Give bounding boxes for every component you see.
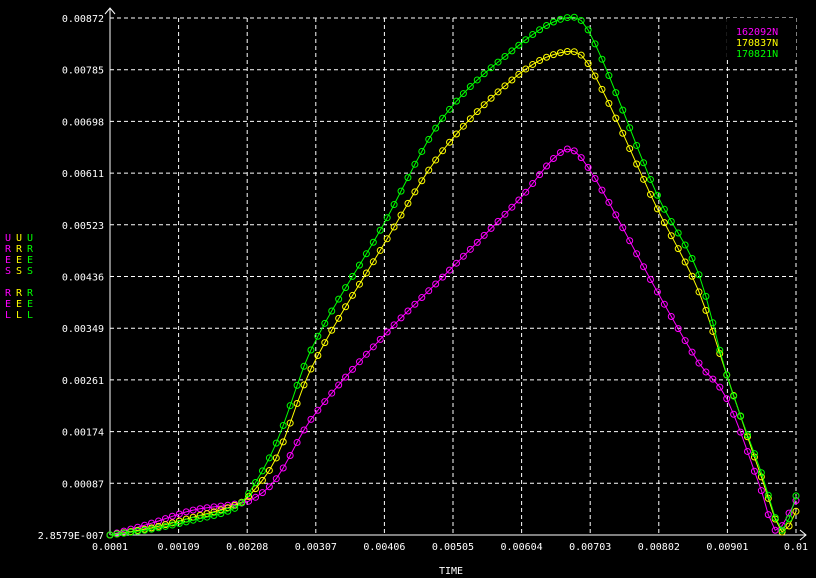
y-tick-label: 0.00349 [62,324,104,335]
x-axis-label: TIME [439,566,463,577]
y-axis-label-char: R [27,244,34,255]
y-axis-label-char: E [16,255,22,266]
y-axis-label-char: R [16,288,23,299]
x-tick-label: 0.00406 [363,542,405,553]
y-tick-label: 0.00872 [62,14,104,25]
x-tick-label: 0.00505 [432,542,474,553]
legend-entry: 170821N [736,49,778,60]
y-tick-label: 0.00785 [62,66,104,77]
x-tick-label: 0.00208 [226,542,268,553]
y-axis-label-char: S [16,266,22,277]
y-axis-label-char: E [5,299,11,310]
y-tick-label: 2.8579E-007 [38,531,104,542]
y-axis-label-char: S [27,266,33,277]
y-axis-label-char: L [27,310,33,321]
x-tick-label: 0.00901 [706,542,748,553]
x-tick-label: 0.00604 [501,542,543,553]
x-tick-label: 0.00307 [295,542,337,553]
y-axis-label-char: E [27,299,33,310]
legend-entry: 162092N [736,27,778,38]
y-axis-label-char: L [5,310,11,321]
y-axis-label-char: L [16,310,22,321]
x-tick-label: 0.00802 [638,542,680,553]
y-axis-label-char: R [5,288,12,299]
y-axis-label-char: U [27,233,33,244]
y-axis-label-char: E [27,255,33,266]
y-axis-label-char: U [5,233,11,244]
x-tick-label: 0.00109 [158,542,200,553]
y-tick-label: 0.00174 [62,428,104,439]
x-tick-label: 0.00703 [569,542,611,553]
y-tick-label: 0.00523 [62,221,104,232]
y-axis-label-char: R [5,244,12,255]
legend-entry: 170837N [736,38,778,49]
x-tick-label: 0.0001 [92,542,128,553]
y-tick-label: 0.00261 [62,376,104,387]
y-axis-label-char: R [16,244,23,255]
y-tick-label: 0.00087 [62,479,104,490]
y-axis-label-char: U [16,233,22,244]
y-axis-label-char: E [16,299,22,310]
y-axis-label-char: S [5,266,11,277]
y-axis-label-char: E [5,255,11,266]
y-tick-label: 0.00611 [62,169,104,180]
x-tick-label: 0.01 [784,542,808,553]
y-tick-label: 0.00698 [62,117,104,128]
y-axis-label-char: R [27,288,34,299]
y-tick-label: 0.00436 [62,273,104,284]
chart: 0.0001 0.00109 0.00208 0.00307 0.00406 0.0050… [5,7,808,577]
